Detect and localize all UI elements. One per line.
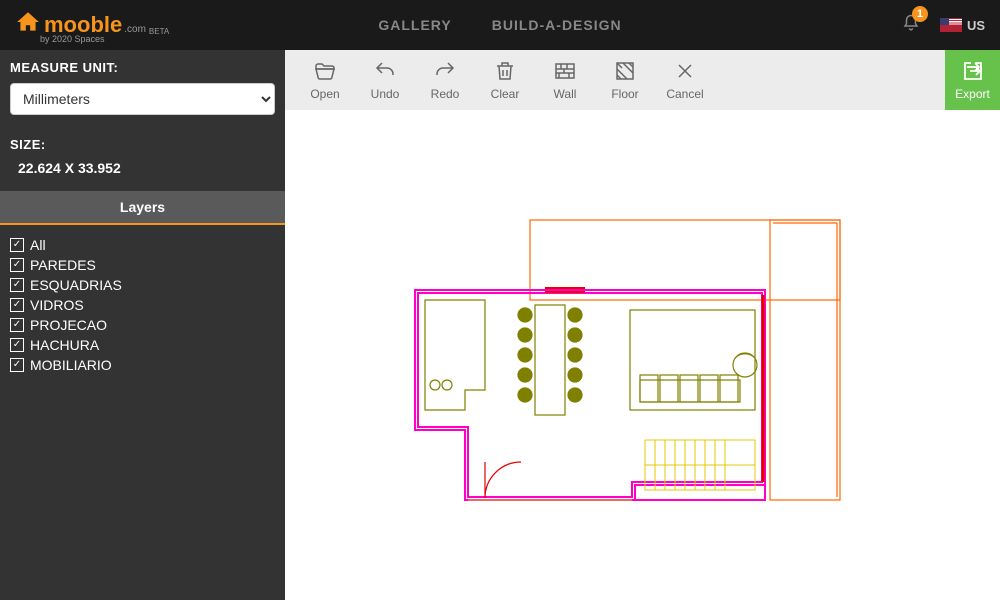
measure-unit-select[interactable]: Millimeters	[10, 83, 275, 115]
layer-item-paredes[interactable]: PAREDES	[10, 255, 275, 275]
locale-selector[interactable]: US	[940, 18, 985, 33]
logo-suffix: .com	[124, 24, 146, 35]
home-icon	[15, 9, 41, 42]
close-icon	[673, 59, 697, 83]
redo-icon	[433, 59, 457, 83]
checkbox-icon	[10, 278, 24, 292]
sidebar: MEASURE UNIT: Millimeters SIZE: 22.624 X…	[0, 50, 285, 600]
floor-button[interactable]: Floor	[595, 59, 655, 101]
checkbox-icon	[10, 318, 24, 332]
nav-gallery[interactable]: GALLERY	[378, 17, 451, 33]
nav-build[interactable]: BUILD-A-DESIGN	[492, 17, 622, 33]
clear-button[interactable]: Clear	[475, 59, 535, 101]
nav-right: 1 US	[902, 14, 985, 37]
undo-icon	[373, 59, 397, 83]
layers-header: Layers	[0, 191, 285, 225]
export-icon	[961, 59, 985, 83]
main: MEASURE UNIT: Millimeters SIZE: 22.624 X…	[0, 50, 1000, 600]
size-value: 22.624 X 33.952	[0, 160, 285, 191]
top-bar: mooble .com BETA by 2020 Spaces GALLERY …	[0, 0, 1000, 50]
us-flag-icon	[940, 18, 962, 32]
checkbox-icon	[10, 338, 24, 352]
nav-center: GALLERY BUILD-A-DESIGN	[378, 17, 621, 33]
layer-item-all[interactable]: All	[10, 235, 275, 255]
locale-label: US	[967, 18, 985, 33]
canvas-area: Open Undo Redo Clear Wall Floor	[285, 50, 1000, 600]
floor-icon	[613, 59, 637, 83]
export-button[interactable]: Export	[945, 50, 1000, 110]
floorplan-canvas[interactable]	[285, 110, 1000, 600]
layer-item-hachura[interactable]: HACHURA	[10, 335, 275, 355]
measure-unit-label: MEASURE UNIT:	[0, 50, 285, 83]
folder-open-icon	[313, 59, 337, 83]
layer-item-projecao[interactable]: PROJECAO	[10, 315, 275, 335]
redo-button[interactable]: Redo	[415, 59, 475, 101]
layer-item-vidros[interactable]: VIDROS	[10, 295, 275, 315]
layer-list: All PAREDES ESQUADRIAS VIDROS PROJECAO H…	[0, 225, 285, 385]
trash-icon	[493, 59, 517, 83]
floorplan-svg	[285, 110, 1000, 600]
toolbar: Open Undo Redo Clear Wall Floor	[285, 50, 1000, 110]
size-label: SIZE:	[0, 127, 285, 160]
bell-icon[interactable]: 1	[902, 14, 920, 37]
checkbox-icon	[10, 298, 24, 312]
layer-item-mobiliario[interactable]: MOBILIARIO	[10, 355, 275, 375]
wall-button[interactable]: Wall	[535, 59, 595, 101]
checkbox-icon	[10, 258, 24, 272]
checkbox-icon	[10, 238, 24, 252]
undo-button[interactable]: Undo	[355, 59, 415, 101]
open-button[interactable]: Open	[295, 59, 355, 101]
logo-subtitle: by 2020 Spaces	[40, 34, 105, 44]
wall-icon	[553, 59, 577, 83]
logo-beta: BETA	[149, 27, 169, 36]
cancel-button[interactable]: Cancel	[655, 59, 715, 101]
layer-item-esquadrias[interactable]: ESQUADRIAS	[10, 275, 275, 295]
bell-badge: 1	[912, 6, 928, 22]
checkbox-icon	[10, 358, 24, 372]
